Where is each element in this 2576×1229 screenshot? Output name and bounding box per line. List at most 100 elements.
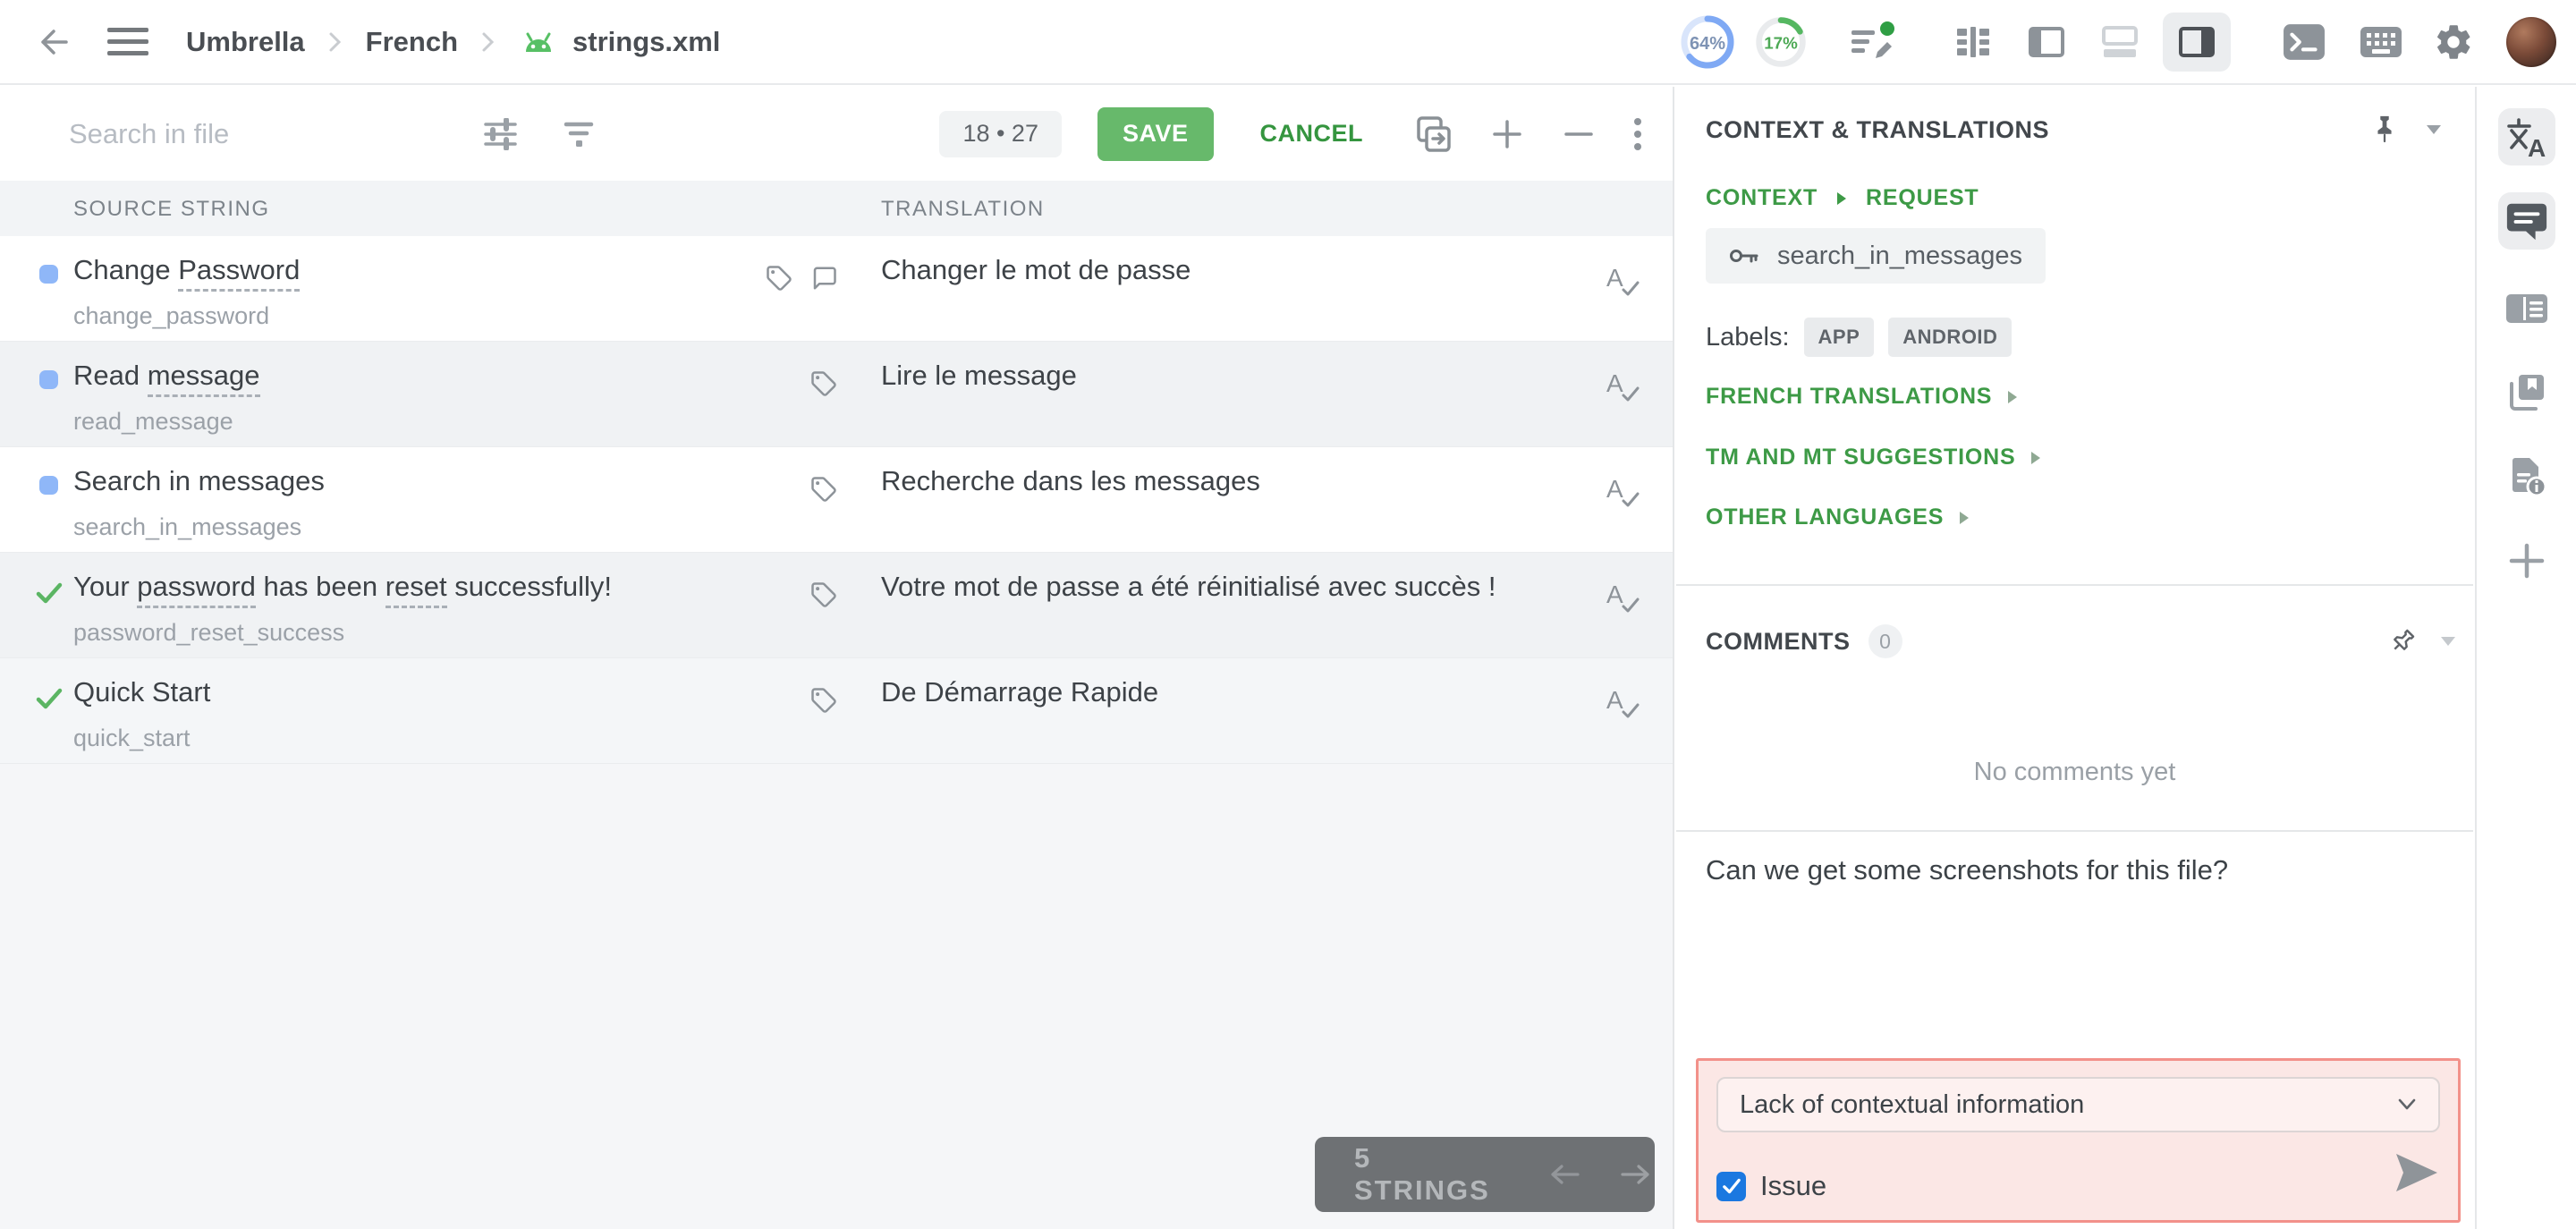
unpin-icon[interactable] [2387, 626, 2418, 657]
issue-form-highlight: Lack of contextual information Issue [1696, 1058, 2461, 1223]
context-link[interactable]: CONTEXT [1706, 185, 1818, 211]
copy-source-icon[interactable] [1413, 114, 1454, 155]
proofread-icon[interactable]: A [1604, 261, 1641, 301]
issue-checkbox[interactable] [1716, 1171, 1746, 1201]
zoom-out-icon[interactable] [1562, 117, 1596, 151]
add-panel-icon[interactable] [2498, 532, 2555, 589]
label-badge[interactable]: APP [1803, 318, 1875, 357]
svg-text:A: A [1606, 264, 1623, 292]
svg-text:A: A [2528, 134, 2546, 160]
send-icon[interactable] [2394, 1152, 2440, 1193]
next-page-arrow-icon[interactable] [1617, 1161, 1655, 1188]
comment-input[interactable]: Can we get some screenshots for this fil… [1706, 854, 2455, 886]
table-row[interactable]: Quick Start quick_start De Démarrage Rap… [0, 658, 1673, 764]
cancel-button[interactable]: CANCEL [1255, 119, 1369, 148]
section-french-translations[interactable]: FRENCH TRANSLATIONS [1706, 384, 2455, 410]
translated-status-icon [39, 370, 58, 389]
search-input[interactable] [67, 116, 428, 151]
panel-divider [1676, 830, 2473, 832]
source-string: Change Password [73, 254, 301, 292]
table-row[interactable]: Search in messages search_in_messages Re… [0, 447, 1673, 553]
strings-pager[interactable]: 5 STRINGS [1315, 1137, 1655, 1212]
glossary-pages-icon[interactable] [2498, 364, 2555, 421]
section-other-languages[interactable]: OTHER LANGUAGES [1706, 504, 2455, 530]
label-badge[interactable]: ANDROID [1888, 318, 2012, 357]
approved-status-icon [36, 581, 63, 605]
table-header: SOURCE STRING TRANSLATION [0, 181, 1673, 236]
comment-bubble-icon[interactable] [810, 265, 837, 292]
tag-icon[interactable] [810, 370, 837, 397]
comments-panel-icon[interactable] [2498, 192, 2555, 250]
tasks-edit-icon[interactable] [1850, 20, 1896, 64]
pin-icon[interactable] [2369, 114, 2400, 146]
approved-progress-value: 17% [1764, 33, 1798, 52]
back-icon[interactable] [34, 24, 70, 60]
breadcrumb-project[interactable]: Umbrella [186, 26, 305, 58]
source-string: Search in messages [73, 465, 325, 496]
comments-header: COMMENTS 0 [1706, 622, 2455, 661]
chevron-down-icon[interactable] [2427, 124, 2441, 135]
glossary-term: password [137, 571, 256, 608]
tag-icon[interactable] [810, 476, 837, 503]
side-by-side-view-icon[interactable] [2027, 25, 2066, 59]
section-tm-mt-suggestions[interactable]: TM AND MT SUGGESTIONS [1706, 445, 2455, 470]
terminal-icon[interactable] [2283, 23, 2326, 61]
no-comments-text: No comments yet [1973, 758, 2176, 786]
advanced-filter-icon[interactable] [482, 117, 520, 150]
translate-icon[interactable]: A [2498, 108, 2555, 165]
string-key: search_in_messages [73, 513, 302, 540]
string-key: read_message [73, 408, 233, 435]
more-menu-icon[interactable] [1633, 117, 1642, 151]
gear-icon[interactable] [2433, 21, 2474, 63]
table-row[interactable]: Your password has been reset successfull… [0, 553, 1673, 658]
filter-icon[interactable] [561, 118, 597, 150]
translated-status-icon [39, 265, 58, 284]
string-key-chip[interactable]: search_in_messages [1706, 228, 2046, 284]
previous-page-arrow-icon[interactable] [1546, 1161, 1583, 1188]
proofread-icon[interactable]: A [1604, 367, 1641, 406]
string-position-counter[interactable]: 18 • 27 [939, 110, 1062, 157]
approved-status-icon [36, 687, 63, 710]
menu-icon[interactable] [107, 27, 148, 57]
breadcrumb-file[interactable]: strings.xml [519, 26, 720, 58]
proofread-icon[interactable]: A [1604, 683, 1641, 723]
translation-text: Lire le message [881, 360, 1077, 391]
tag-icon[interactable] [810, 687, 837, 714]
keyboard-shortcuts-icon[interactable] [2360, 26, 2402, 58]
table-row[interactable]: Change Password change_password Changer … [0, 236, 1673, 342]
panel-header: CONTEXT & TRANSLATIONS [1706, 110, 2455, 149]
breadcrumb-language[interactable]: French [366, 26, 458, 58]
proofread-icon[interactable]: A [1604, 472, 1641, 512]
table-row[interactable]: Read message read_message Lire le messag… [0, 342, 1673, 447]
tag-icon[interactable] [810, 581, 837, 608]
chevron-down-icon[interactable] [2441, 636, 2455, 647]
translation-column-header: TRANSLATION [881, 197, 1045, 221]
zoom-in-icon[interactable] [1490, 117, 1524, 151]
svg-text:A: A [1606, 581, 1623, 608]
select-chevron-icon [2398, 1098, 2416, 1110]
svg-text:A: A [1606, 369, 1623, 397]
approved-progress-ring[interactable]: 17% [1753, 14, 1809, 70]
source-string: Quick Start [73, 676, 211, 708]
file-info-icon[interactable] [2498, 448, 2555, 505]
avatar[interactable] [2506, 16, 2556, 67]
request-link[interactable]: REQUEST [1866, 185, 1979, 211]
proofread-icon[interactable]: A [1604, 578, 1641, 617]
issue-type-select[interactable]: Lack of contextual information [1716, 1077, 2440, 1132]
translated-status-icon [39, 476, 58, 495]
bottom-panel-view-icon[interactable] [2100, 25, 2140, 59]
breadcrumb: Umbrella French strings.xml [186, 26, 720, 58]
translation-text: Changer le mot de passe [881, 254, 1191, 285]
translation-text: Votre mot de passe a été réinitialisé av… [881, 571, 1496, 602]
android-file-icon [526, 32, 552, 52]
panel-rail: A [2475, 87, 2576, 1229]
right-panel-view-icon[interactable] [2163, 12, 2231, 72]
comfortable-view-icon[interactable] [1953, 25, 1993, 59]
tag-icon[interactable] [766, 265, 792, 292]
comments-count-badge: 0 [1868, 624, 1902, 658]
save-button[interactable]: SAVE [1097, 106, 1214, 161]
context-card-icon[interactable] [2498, 280, 2555, 337]
strings-list-area: 18 • 27 SAVE CANCEL SOURCE STRING TRANSL… [0, 87, 1674, 1229]
translated-progress-ring[interactable]: 64% [1678, 13, 1737, 72]
key-icon [1730, 250, 1758, 263]
